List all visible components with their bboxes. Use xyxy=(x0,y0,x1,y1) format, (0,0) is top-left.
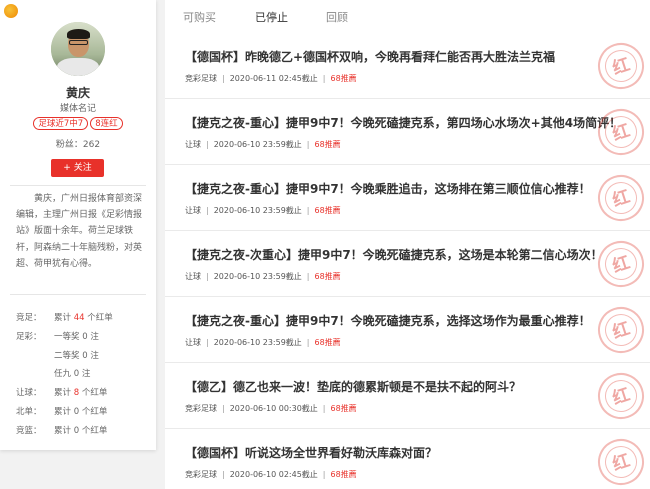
stat-label: 竞足： xyxy=(16,313,42,323)
divider xyxy=(10,294,146,295)
article-title[interactable]: 【德国杯】昨晚德乙+德国杯双响，今晚再看拜仁能否再大胜法兰克福 xyxy=(185,48,555,65)
article-title[interactable]: 【捷克之夜-重心】捷甲9中7！今晚死磕捷克系，选择这场作为最重心推荐！ xyxy=(185,312,591,329)
article-meta: 竞彩足球 | 2020-06-11 02:45截止 | 68推薦 xyxy=(185,74,357,83)
stat-row: 任九 0 注 xyxy=(16,365,152,384)
stat-label: 北单： xyxy=(16,406,42,417)
badge-consecutive: 8连红 xyxy=(90,117,123,130)
article-hit-rate: 68推薦 xyxy=(330,74,357,83)
win-stamp-icon: 红 xyxy=(592,433,650,489)
follow-button[interactable]: + 关注 xyxy=(51,159,104,177)
stat-row: 北单： 累计 0 个红单 xyxy=(16,403,152,422)
win-stamp-icon: 红 xyxy=(592,367,650,425)
article-item[interactable]: 【捷克之夜-重心】捷甲9中7！今晚死磕捷克系，选择这场作为最重心推荐！ 让球 | 20… xyxy=(165,297,650,363)
article-deadline: 2020-06-10 23:59截止 xyxy=(213,206,302,215)
article-deadline: 2020-06-10 23:59截止 xyxy=(213,272,302,281)
article-meta: 让球 | 2020-06-10 23:59截止 | 68推薦 xyxy=(185,206,341,215)
stat-value: 累计 44 个红单 xyxy=(54,313,113,323)
article-deadline: 2020-06-10 02:45截止 xyxy=(229,470,318,479)
stat-value: 累计 0 个红单 xyxy=(54,425,108,436)
article-deadline: 2020-06-11 02:45截止 xyxy=(229,74,318,83)
stat-value: 二等奖 0 注 xyxy=(54,350,99,361)
stats-list: 竞足： 累计 44 个红单足彩： 一等奖 0 注二等奖 0 注任九 0 注让球： 累计… xyxy=(16,309,152,441)
stat-row: 足彩： 一等奖 0 注 xyxy=(16,328,152,347)
win-stamp-icon: 红 xyxy=(592,301,650,359)
article-title[interactable]: 【德乙】德乙也来一波！垫底的德累斯顿是不是扶不起的阿斗？ xyxy=(185,378,521,395)
article-hit-rate: 68推薦 xyxy=(330,404,357,413)
badge-streak: 足球近7中7 xyxy=(33,117,89,130)
article-deadline: 2020-06-10 23:59截止 xyxy=(213,338,302,347)
article-title[interactable]: 【捷克之夜-重心】捷甲9中7！今晚死磕捷克系，第四场心水场次+其他4场简评！ xyxy=(185,114,621,131)
article-item[interactable]: 【捷克之夜-重心】捷甲9中7！今晚乘胜追击，这场排在第三顺位信心推荐！ 让球 | 20… xyxy=(165,165,650,231)
win-stamp-icon: 红 xyxy=(592,169,650,227)
article-meta: 让球 | 2020-06-10 23:59截止 | 68推薦 xyxy=(185,338,341,347)
profile-name: 黄庆 xyxy=(65,86,90,100)
article-deadline: 2020-06-10 23:59截止 xyxy=(213,140,302,149)
article-meta: 竞彩足球 | 2020-06-10 00:30截止 | 68推薦 xyxy=(185,404,357,413)
article-title[interactable]: 【捷克之夜-次重心】捷甲9中7！今晚死磕捷克系，这场是本轮第二信心场次！ xyxy=(185,246,603,263)
profile-title: 媒体名记 xyxy=(59,104,96,114)
article-hit-rate: 68推薦 xyxy=(330,470,357,479)
brand-logo-icon xyxy=(4,4,18,18)
stat-value: 累计 0 个红单 xyxy=(54,406,108,417)
profile-card: 黄庆 媒体名记 足球近7中7 8连红 粉丝：262 + 关注 黄庆，广州日报体育部… xyxy=(0,0,156,450)
stat-row: 二等奖 0 注 xyxy=(16,347,152,366)
stat-value: 任九 0 注 xyxy=(54,369,91,380)
article-category: 让球 xyxy=(185,272,201,281)
tab-bar: 可购买 已停止 回顾 xyxy=(165,0,650,33)
article-hit-rate: 68推薦 xyxy=(314,272,341,281)
article-item[interactable]: 【德国杯】昨晚德乙+德国杯双响，今晚再看拜仁能否再大胜法兰克福竞彩足球 | 2020… xyxy=(165,33,650,99)
article-item[interactable]: 【捷克之夜-重心】捷甲9中7！今晚死磕捷克系，第四场心水场次+其他4场简评！ 让球… xyxy=(165,99,650,165)
article-deadline: 2020-06-10 00:30截止 xyxy=(229,404,318,413)
article-item[interactable]: 【德国杯】听说这场全世界看好勒沃库森对面？ 竞彩足球 | 2020-06-10 02:… xyxy=(165,429,650,489)
divider xyxy=(10,185,146,186)
stat-row: 竞足： 累计 44 个红单 xyxy=(16,309,152,328)
article-title[interactable]: 【德国杯】听说这场全世界看好勒沃库森对面？ xyxy=(185,444,437,461)
article-category: 让球 xyxy=(185,338,201,347)
profile-badges: 足球近7中7 8连红 xyxy=(0,117,156,130)
article-meta: 让球 | 2020-06-10 23:59截止 | 68推薦 xyxy=(185,140,341,149)
profile-bio: 黄庆，广州日报体育部资深编辑，主理广州日报《足彩情报站》版面十余年。荷兰足球铁杆… xyxy=(16,194,143,269)
tab-stopped[interactable]: 已停止 xyxy=(255,9,288,25)
article-item[interactable]: 【德乙】德乙也来一波！垫底的德累斯顿是不是扶不起的阿斗？ 竞彩足球 | 2020-06… xyxy=(165,363,650,429)
win-stamp-icon: 红 xyxy=(592,37,650,95)
article-category: 竞彩足球 xyxy=(185,404,217,413)
article-hit-rate: 68推薦 xyxy=(314,338,341,347)
article-meta: 让球 | 2020-06-10 23:59截止 | 68推薦 xyxy=(185,272,341,281)
main-content: 可购买 已停止 回顾 【德国杯】昨晚德乙+德国杯双响，今晚再看拜仁能否再大胜法兰… xyxy=(165,0,650,489)
win-stamp-icon: 红 xyxy=(592,103,650,161)
stat-value: 一等奖 0 注 xyxy=(54,331,99,342)
article-category: 竞彩足球 xyxy=(185,470,217,479)
article-item[interactable]: 【捷克之夜-次重心】捷甲9中7！今晚死磕捷克系，这场是本轮第二信心场次！ 让球 | 2… xyxy=(165,231,650,297)
stat-row: 竞篮： 累计 0 个红单 xyxy=(16,422,152,441)
article-hit-rate: 68推薦 xyxy=(314,140,341,149)
avatar[interactable] xyxy=(51,22,105,76)
stat-label: 竞篮： xyxy=(16,425,42,436)
article-title[interactable]: 【捷克之夜-重心】捷甲9中7！今晚乘胜追击，这场排在第三顺位信心推荐！ xyxy=(185,180,591,197)
fans-count: 粉丝：262 xyxy=(55,140,101,150)
tab-available[interactable]: 可购买 xyxy=(183,9,216,25)
article-category: 让球 xyxy=(185,206,201,215)
stat-label: 让球： xyxy=(16,388,42,399)
article-meta: 竞彩足球 | 2020-06-10 02:45截止 | 68推薦 xyxy=(185,470,357,479)
stat-label: 足彩： xyxy=(16,331,42,342)
article-category: 竞彩足球 xyxy=(185,74,217,83)
stat-row: 让球： 累计 8 个红单 xyxy=(16,384,152,403)
win-stamp-icon: 红 xyxy=(592,235,650,293)
article-category: 让球 xyxy=(185,140,201,149)
stat-value: 累计 8 个红单 xyxy=(54,388,108,399)
tab-review[interactable]: 回顾 xyxy=(326,9,348,25)
article-hit-rate: 68推薦 xyxy=(314,206,341,215)
